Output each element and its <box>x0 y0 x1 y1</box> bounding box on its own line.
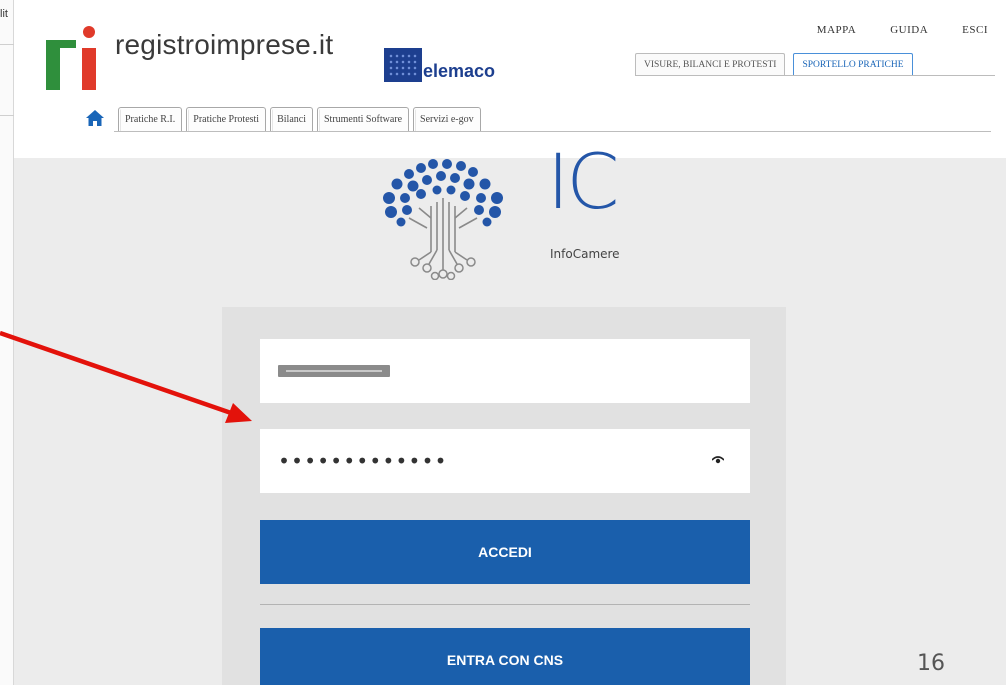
username-redacted-value <box>278 365 390 377</box>
tab-sportello-pratiche[interactable]: SPORTELLO PRATICHE <box>793 53 913 75</box>
top-links: MAPPA GUIDA ESCI <box>817 24 988 36</box>
section-tabs-divider <box>635 75 995 76</box>
tab-visure-bilanci-protesti[interactable]: VISURE, BILANCI E PROTESTI <box>635 53 786 75</box>
site-header: registroimprese.it elemaco MAPPA GUIDA E… <box>14 0 1006 158</box>
username-field[interactable] <box>260 339 750 403</box>
nav-tab-servizi-egov[interactable]: Servizi e-gov <box>413 107 481 131</box>
link-esci[interactable]: ESCI <box>962 24 988 36</box>
password-value: ••••••••••••• <box>278 449 448 473</box>
password-field[interactable]: ••••••••••••• <box>260 429 750 493</box>
infocamere-tree-icon <box>383 159 503 280</box>
main-nav: Pratiche R.I. Pratiche Protesti Bilanci … <box>118 107 481 131</box>
nav-tab-bilanci[interactable]: Bilanci <box>270 107 313 131</box>
background-fragment-text: lit <box>0 8 8 20</box>
infocamere-logo-name: InfoCamere <box>550 247 620 261</box>
slide-page-number: 16 <box>917 651 945 676</box>
nav-divider <box>114 131 991 132</box>
login-form: ••••••••••••• ACCEDI ENTRA CON CNS <box>222 307 786 685</box>
background-divider <box>0 115 14 116</box>
background-divider <box>0 44 14 45</box>
telemaco-logo[interactable]: elemaco <box>384 48 495 82</box>
login-separator <box>260 604 750 605</box>
telemaco-icon <box>384 48 422 82</box>
nav-tab-pratiche-protesti[interactable]: Pratiche Protesti <box>186 107 267 131</box>
accedi-button[interactable]: ACCEDI <box>260 520 750 584</box>
background-window-fragment: lit <box>0 0 14 685</box>
nav-tab-strumenti-software[interactable]: Strumenti Software <box>316 107 410 131</box>
login-page: IC InfoCamere ••••••••••••• ACCEDI ENTRA… <box>14 140 1006 685</box>
nav-tab-pratiche-ri[interactable]: Pratiche R.I. <box>118 107 183 131</box>
link-mappa[interactable]: MAPPA <box>817 24 856 36</box>
eye-icon[interactable] <box>712 455 724 465</box>
registroimprese-logo-text[interactable]: registroimprese.it <box>115 29 333 61</box>
home-icon[interactable] <box>86 110 104 126</box>
infocamere-logo-letters: IC <box>547 137 620 226</box>
section-tabs: VISURE, BILANCI E PROTESTI SPORTELLO PRA… <box>635 53 913 75</box>
telemaco-logo-text: elemaco <box>423 61 496 81</box>
entra-con-cns-button[interactable]: ENTRA CON CNS <box>260 628 750 685</box>
link-guida[interactable]: GUIDA <box>890 24 928 36</box>
registroimprese-logo-icon <box>46 26 96 90</box>
